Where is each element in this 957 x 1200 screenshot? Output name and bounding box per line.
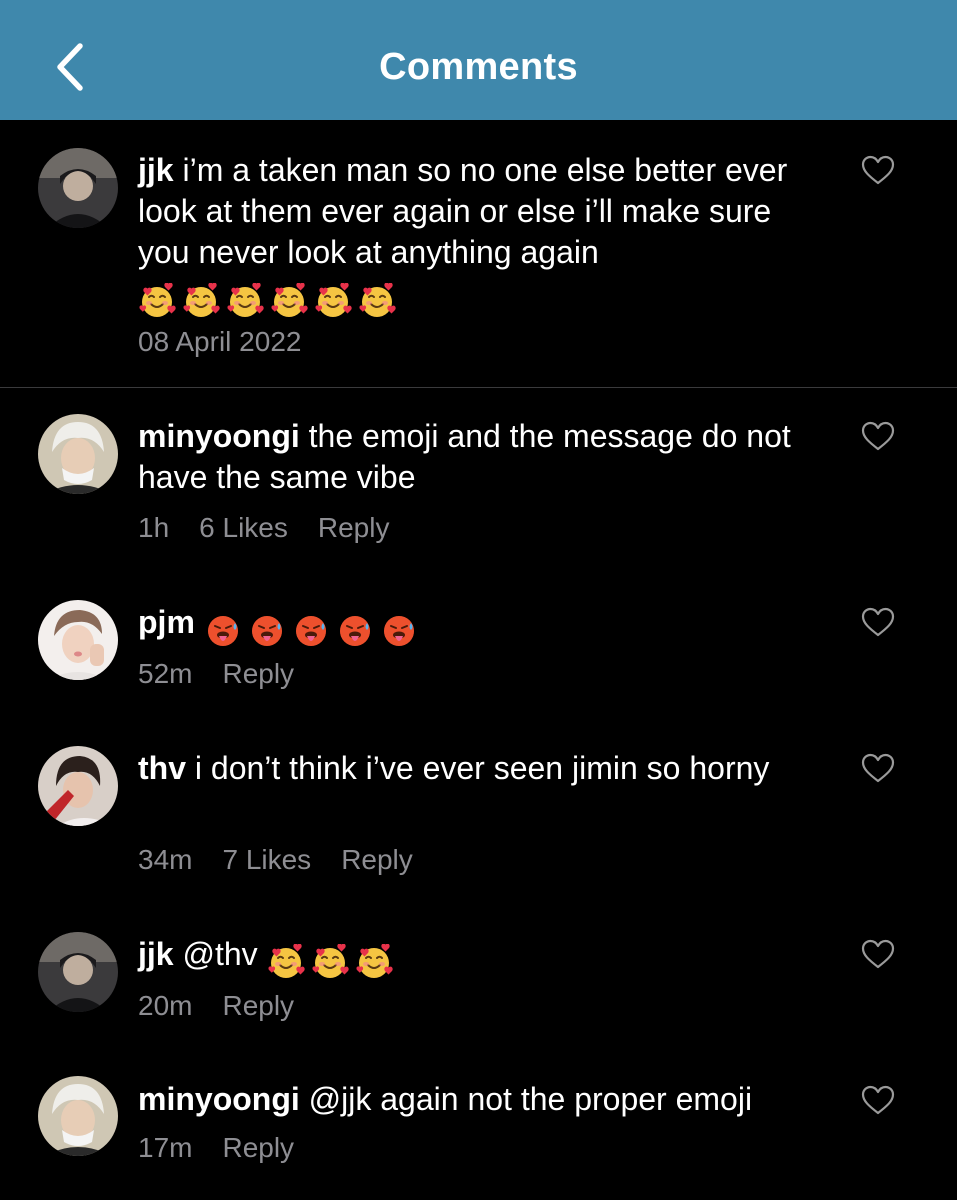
heart-outline-icon — [861, 1085, 895, 1115]
comment-meta: 20m Reply — [138, 990, 324, 1022]
avatar-photo — [38, 932, 118, 1012]
comment-username[interactable]: jjk — [138, 936, 174, 972]
comment-username[interactable]: minyoongi — [138, 418, 300, 454]
comment-time: 52m — [138, 658, 193, 689]
hot-face-icon — [294, 614, 327, 647]
comment-text: i’m a taken man so no one else better ev… — [138, 152, 788, 270]
comment-body: minyoongi the emoji and the message do n… — [138, 416, 828, 498]
comment-likes[interactable]: 7 Likes — [222, 844, 311, 875]
page-title: Comments — [379, 46, 578, 88]
hot-face-icon — [206, 614, 239, 647]
smiling-face-with-hearts-icon — [138, 282, 176, 318]
reply-button[interactable]: Reply — [222, 1132, 294, 1163]
comment-time: 34m — [138, 844, 193, 875]
comment-body: minyoongi @jjk again not the proper emoj… — [138, 1079, 828, 1120]
reply-button[interactable]: Reply — [222, 990, 294, 1021]
heart-outline-icon — [861, 753, 895, 783]
like-button[interactable] — [860, 938, 896, 970]
comment-body: thv i don’t think i’ve ever seen jimin s… — [138, 748, 828, 789]
heart-outline-icon — [861, 155, 895, 185]
comment-time: 17m — [138, 1132, 193, 1163]
emoji-group — [204, 608, 424, 650]
avatar-photo — [38, 600, 118, 680]
avatar[interactable] — [38, 932, 118, 1012]
comment-body: jjk i’m a taken man so no one else bette… — [138, 150, 828, 321]
avatar-photo — [38, 1076, 118, 1156]
hot-face-icon — [382, 614, 415, 647]
comments-thread: jjk i’m a taken man so no one else bette… — [0, 120, 957, 1200]
like-button[interactable] — [860, 752, 896, 784]
smiling-face-with-hearts-icon — [358, 282, 396, 318]
smiling-face-with-hearts-icon — [311, 943, 349, 979]
hot-face-icon — [338, 614, 371, 647]
comment-text: @jjk again not the proper emoji — [308, 1081, 753, 1117]
avatar[interactable] — [38, 746, 118, 826]
comment-meta: 08 April 2022 — [138, 326, 331, 358]
smiling-face-with-hearts-icon — [182, 282, 220, 318]
reply-button[interactable]: Reply — [222, 658, 294, 689]
reply-button[interactable]: Reply — [318, 512, 390, 543]
smiling-face-with-hearts-icon — [270, 282, 308, 318]
comment-body: jjk @thv — [138, 934, 828, 982]
avatar-photo — [38, 746, 118, 826]
comment-meta: 17m Reply — [138, 1132, 324, 1164]
post-date: 08 April 2022 — [138, 326, 302, 357]
smiling-face-with-hearts-icon — [226, 282, 264, 318]
heart-outline-icon — [861, 939, 895, 969]
like-button[interactable] — [860, 154, 896, 186]
caption-divider — [0, 387, 957, 388]
comment-meta: 1h 6 Likes Reply — [138, 512, 419, 544]
comment-time: 1h — [138, 512, 170, 543]
smiling-face-with-hearts-icon — [267, 943, 305, 979]
comment-username[interactable]: jjk — [138, 152, 174, 188]
like-button[interactable] — [860, 420, 896, 452]
emoji-group — [267, 940, 399, 982]
avatar[interactable] — [38, 414, 118, 494]
reply-button[interactable]: Reply — [341, 844, 413, 875]
smiling-face-with-hearts-icon — [355, 943, 393, 979]
heart-outline-icon — [861, 421, 895, 451]
comment-username[interactable]: pjm — [138, 604, 195, 640]
comment-body: pjm — [138, 602, 828, 650]
comment-text[interactable]: @thv — [182, 936, 257, 972]
smiling-face-with-hearts-icon — [314, 282, 352, 318]
comment-meta: 52m Reply — [138, 658, 324, 690]
comment-text: i don’t think i’ve ever seen jimin so ho… — [194, 750, 770, 786]
comment-time: 20m — [138, 990, 193, 1021]
avatar[interactable] — [38, 1076, 118, 1156]
like-button[interactable] — [860, 1084, 896, 1116]
hot-face-icon — [250, 614, 283, 647]
emoji-group — [138, 279, 402, 321]
comment-likes[interactable]: 6 Likes — [199, 512, 288, 543]
comment-username[interactable]: thv — [138, 750, 186, 786]
like-button[interactable] — [860, 606, 896, 638]
comment-meta: 34m 7 Likes Reply — [138, 844, 443, 876]
comment-username[interactable]: minyoongi — [138, 1081, 300, 1117]
avatar-photo — [38, 414, 118, 494]
heart-outline-icon — [861, 607, 895, 637]
app-header: Comments — [0, 0, 957, 120]
avatar[interactable] — [38, 148, 118, 228]
avatar[interactable] — [38, 600, 118, 680]
avatar-photo — [38, 148, 118, 228]
